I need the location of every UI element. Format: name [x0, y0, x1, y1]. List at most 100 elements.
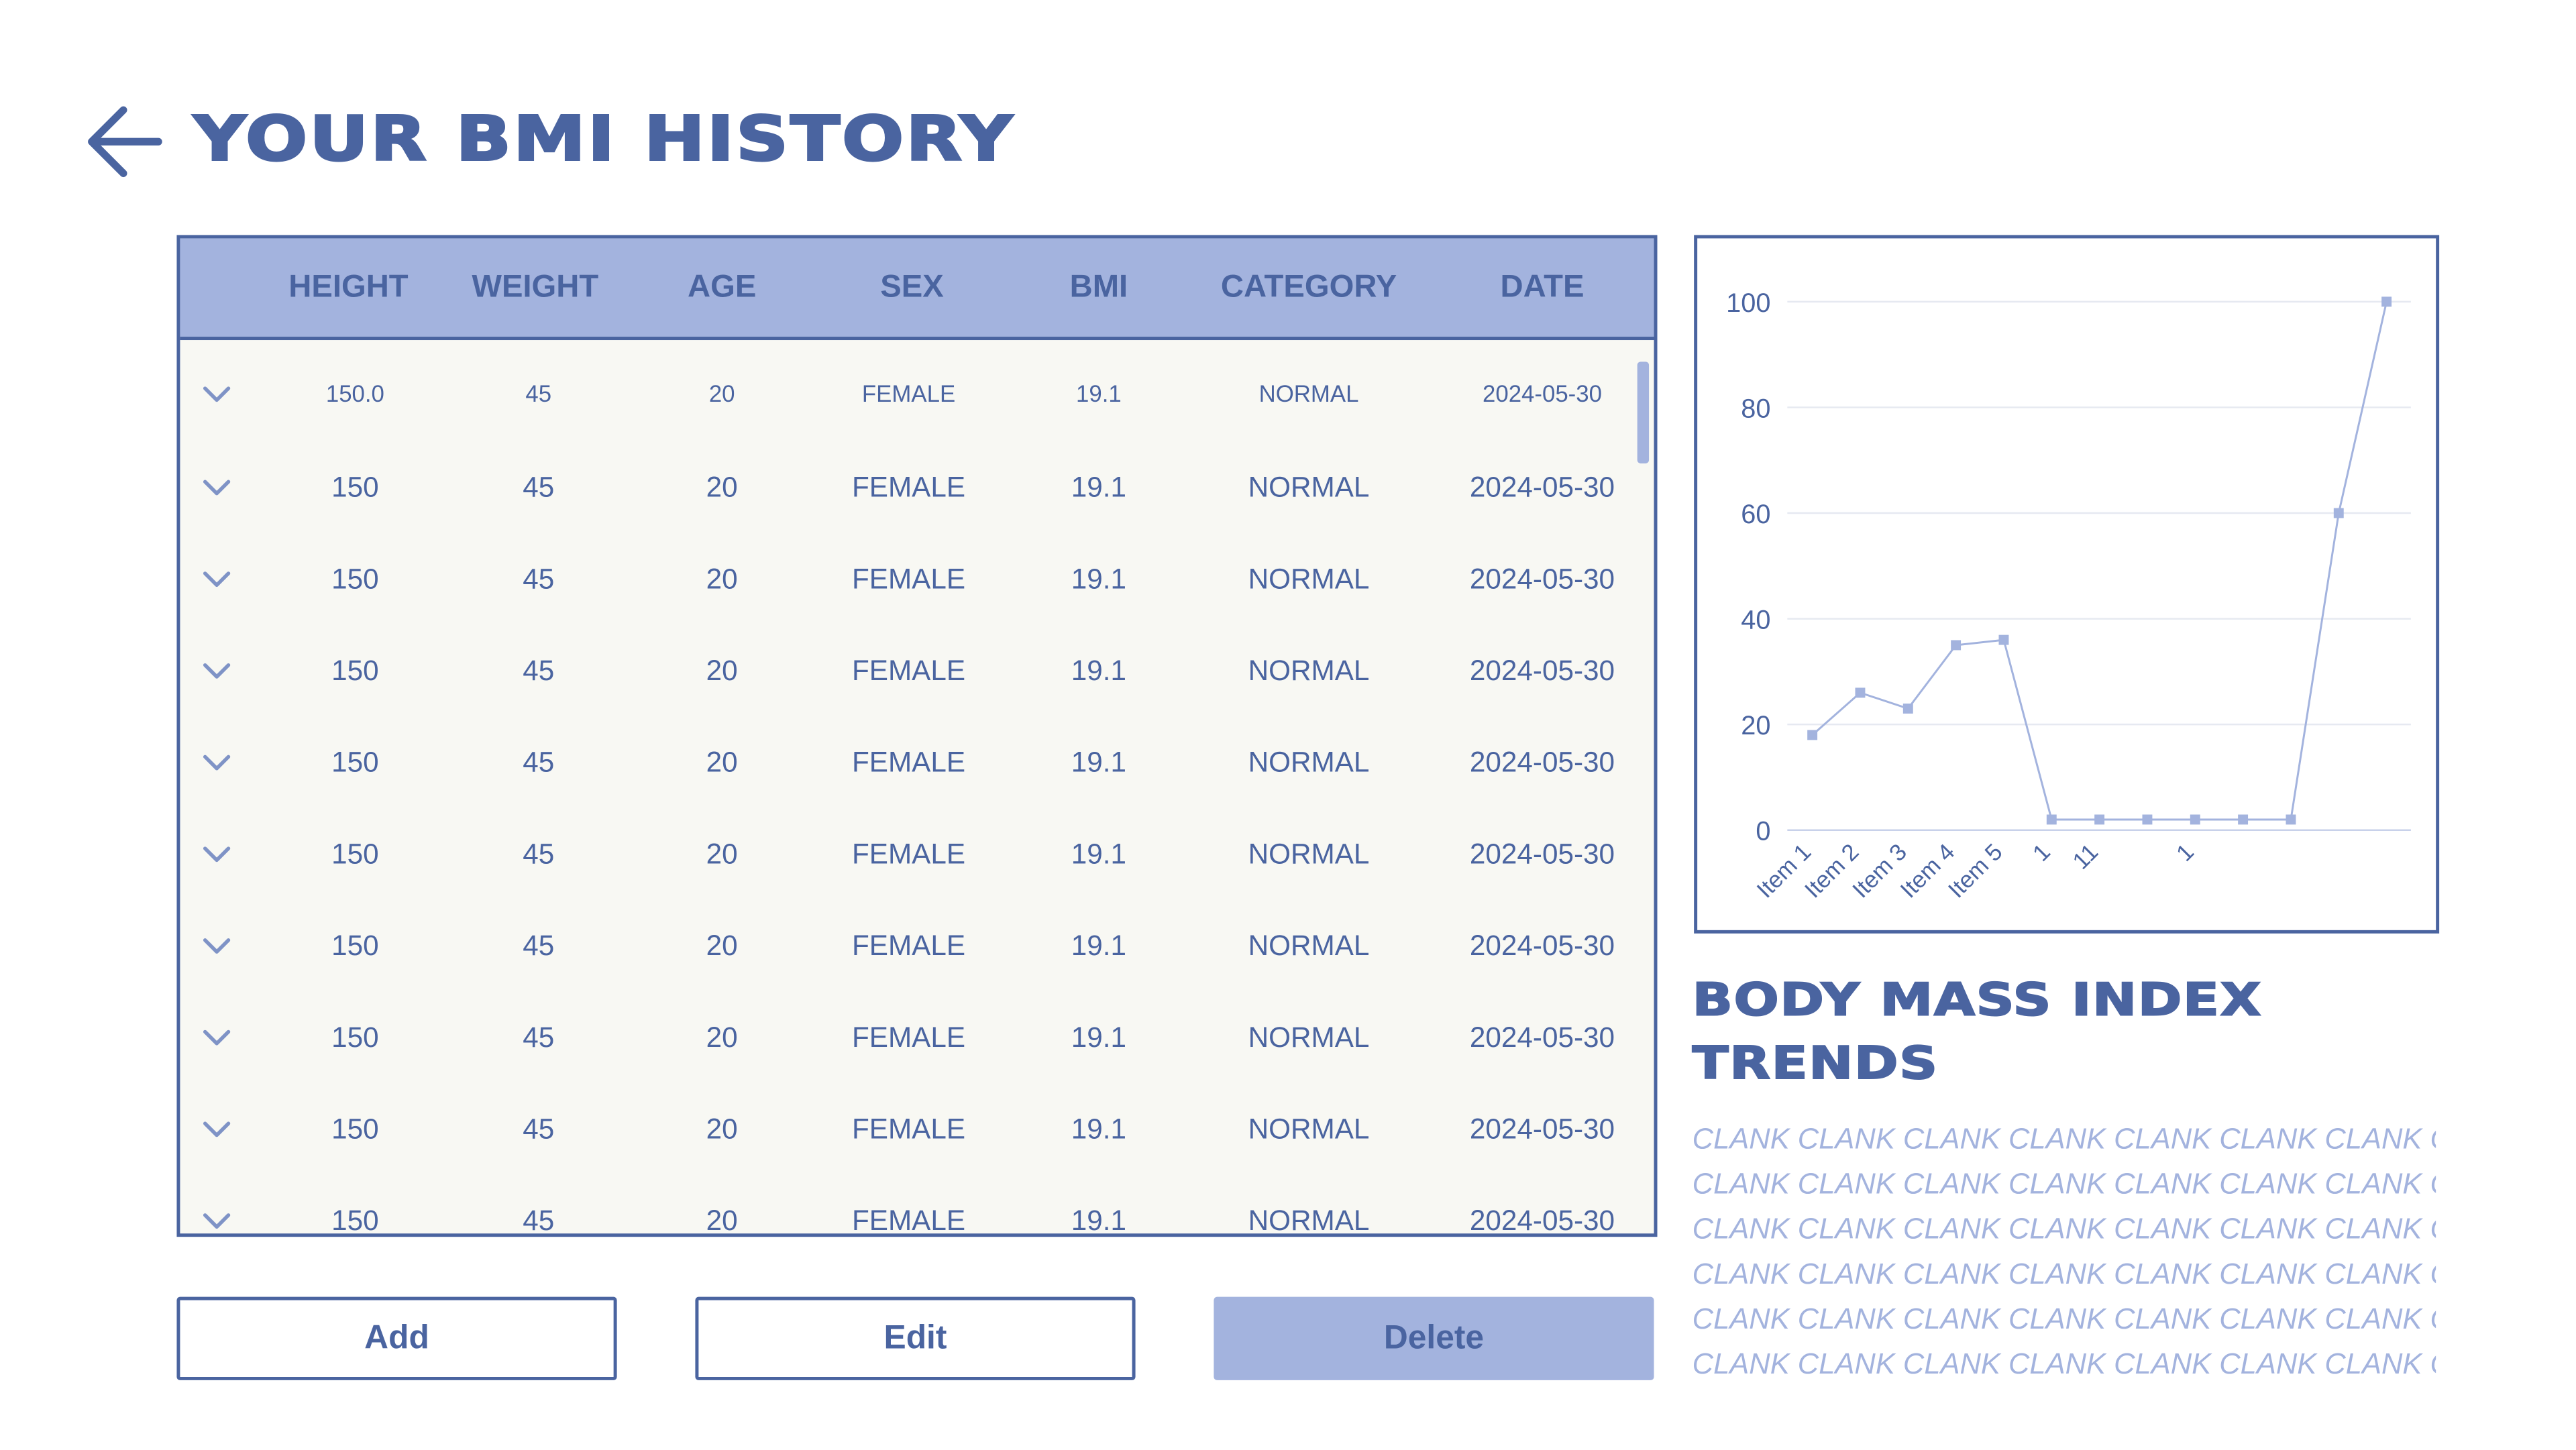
cell-category: NORMAL [1248, 1113, 1370, 1146]
data-point[interactable] [2094, 814, 2105, 825]
x-tick-label: Item 1 [1752, 839, 1816, 903]
cell-sex: FEMALE [852, 1113, 966, 1146]
cell-date: 2024-05-30 [1469, 1113, 1615, 1146]
chevron-down-icon[interactable] [202, 748, 232, 779]
table-scrollbar[interactable] [1637, 361, 1650, 463]
data-point[interactable] [2333, 508, 2344, 518]
data-point[interactable] [1902, 704, 1913, 714]
x-tick-label: Item 3 [1848, 839, 1912, 903]
cell-bmi: 19.1 [1076, 380, 1122, 407]
x-tick-label: Item 4 [1896, 839, 1960, 903]
description-line: CLANK CLANK CLANK CLANK CLANK CLANK CLAN… [1692, 1347, 2436, 1380]
cell-age: 20 [706, 1113, 738, 1146]
section-description: CLANK CLANK CLANK CLANK CLANK CLANK CLAN… [1693, 1117, 2436, 1387]
chevron-down-icon[interactable] [202, 840, 232, 871]
cell-height: 150 [331, 930, 379, 962]
column-header-height[interactable]: HEIGHT [288, 238, 408, 337]
cell-category: NORMAL [1248, 471, 1370, 504]
table-row[interactable]: 150 45 20 FEMALE 19.1 NORMAL 2024-05-30 [180, 1084, 1637, 1176]
table-row[interactable]: 150 45 20 FEMALE 19.1 NORMAL 2024-05-30 [180, 717, 1637, 809]
cell-age: 20 [706, 1205, 738, 1237]
back-button[interactable] [83, 100, 163, 183]
table-row[interactable]: 150 45 20 FEMALE 19.1 NORMAL 2024-05-30 [180, 900, 1637, 992]
bmi-history-table: HEIGHT WEIGHT AGE SEX BMI CATEGORY DATE … [176, 235, 1658, 1237]
cell-category: NORMAL [1248, 746, 1370, 779]
column-header-category[interactable]: CATEGORY [1221, 238, 1397, 337]
cell-category: NORMAL [1248, 930, 1370, 962]
cell-age: 20 [706, 655, 738, 687]
data-point[interactable] [2238, 814, 2249, 825]
cell-age: 20 [706, 838, 738, 871]
add-button[interactable]: Add [176, 1296, 617, 1380]
cell-height: 150 [331, 471, 379, 504]
cell-category: NORMAL [1248, 1205, 1370, 1237]
cell-age: 20 [706, 471, 738, 504]
chevron-down-icon[interactable] [202, 473, 232, 504]
column-header-bmi[interactable]: BMI [1070, 238, 1128, 337]
cell-category: NORMAL [1258, 380, 1359, 407]
cell-weight: 45 [523, 1205, 555, 1237]
table-row[interactable]: 150 45 20 FEMALE 19.1 NORMAL 2024-05-30 [180, 442, 1637, 534]
cell-sex: FEMALE [852, 471, 966, 504]
chevron-down-icon[interactable] [202, 657, 232, 687]
table-body[interactable]: 150.0 45 20 FEMALE 19.1 NORMAL 2024-05-30 150 45… [180, 340, 1654, 1233]
data-point[interactable] [2381, 296, 2392, 307]
cell-category: NORMAL [1248, 1021, 1370, 1054]
section-title-line-2: TRENDS [1692, 1038, 1939, 1091]
cell-weight: 45 [523, 655, 555, 687]
x-tick-label: Item 2 [1800, 839, 1864, 903]
cell-date: 2024-05-30 [1482, 380, 1603, 407]
cell-bmi: 19.1 [1071, 471, 1127, 504]
cell-height: 150 [331, 746, 379, 779]
cell-weight: 45 [523, 838, 555, 871]
data-point[interactable] [1807, 730, 1818, 740]
chart-canvas: 0 20 40 60 80 100 Item 1Item 2Item 3Item 4Item… [1726, 288, 2411, 903]
cell-weight: 45 [525, 380, 552, 407]
cell-height: 150 [331, 563, 379, 596]
chevron-down-icon[interactable] [202, 932, 232, 962]
data-point[interactable] [1998, 634, 2009, 645]
column-header-sex[interactable]: SEX [880, 238, 944, 337]
data-point[interactable] [2286, 814, 2296, 825]
column-header-weight[interactable]: WEIGHT [472, 238, 598, 337]
data-point[interactable] [1855, 687, 1866, 698]
chevron-down-icon[interactable] [202, 1023, 232, 1054]
delete-button[interactable]: Delete [1214, 1296, 1654, 1380]
table-row[interactable]: 150 45 20 FEMALE 19.1 NORMAL 2024-05-30 [180, 992, 1637, 1084]
column-header-date[interactable]: DATE [1500, 238, 1584, 337]
cell-sex: FEMALE [852, 1205, 966, 1237]
table-row[interactable]: 150 45 20 FEMALE 19.1 NORMAL 2024-05-30 [180, 808, 1637, 900]
table-row[interactable]: 150 45 20 FEMALE 19.1 NORMAL 2024-05-30 [180, 533, 1637, 625]
cell-weight: 45 [523, 746, 555, 779]
cell-category: NORMAL [1248, 655, 1370, 687]
table-row[interactable]: 150.0 45 20 FEMALE 19.1 NORMAL 2024-05-30 [180, 348, 1637, 440]
description-line: CLANK CLANK CLANK CLANK CLANK CLANK CLAN… [1692, 1302, 2436, 1335]
data-point[interactable] [2190, 814, 2200, 825]
data-point[interactable] [1951, 640, 1962, 651]
x-tick-label: 11 [2068, 839, 2103, 874]
cell-weight: 45 [523, 563, 555, 596]
bmi-trend-chart: 0 20 40 60 80 100 Item 1 Item 2 Item 3 Item 4 Item… [1694, 235, 2440, 934]
cell-weight: 45 [523, 471, 555, 504]
data-point[interactable] [2046, 814, 2057, 825]
page-title: YOUR BMI HISTORY [193, 103, 1015, 176]
cell-bmi: 19.1 [1071, 655, 1127, 687]
cell-bmi: 19.1 [1071, 563, 1127, 596]
chevron-down-icon[interactable] [202, 380, 232, 410]
cell-age: 20 [706, 930, 738, 962]
cell-bmi: 19.1 [1071, 746, 1127, 779]
data-point[interactable] [2142, 814, 2153, 825]
description-line: CLANK CLANK CLANK CLANK CLANK CLANK CLAN… [1692, 1211, 2436, 1245]
chevron-down-icon[interactable] [202, 1207, 232, 1237]
table-row[interactable]: 150 45 20 FEMALE 19.1 NORMAL 2024-05-30 [180, 625, 1637, 717]
chevron-down-icon[interactable] [202, 565, 232, 596]
edit-button[interactable]: Edit [695, 1296, 1136, 1380]
table-row[interactable]: 150 45 20 FEMALE 19.1 NORMAL 2024-05-30 [180, 1175, 1637, 1237]
cell-age: 20 [706, 746, 738, 779]
cell-sex: FEMALE [852, 746, 966, 779]
chevron-down-icon[interactable] [202, 1115, 232, 1146]
column-header-age[interactable]: AGE [688, 238, 756, 337]
cell-date: 2024-05-30 [1469, 1205, 1615, 1237]
cell-sex: FEMALE [852, 563, 966, 596]
cell-sex: FEMALE [852, 838, 966, 871]
